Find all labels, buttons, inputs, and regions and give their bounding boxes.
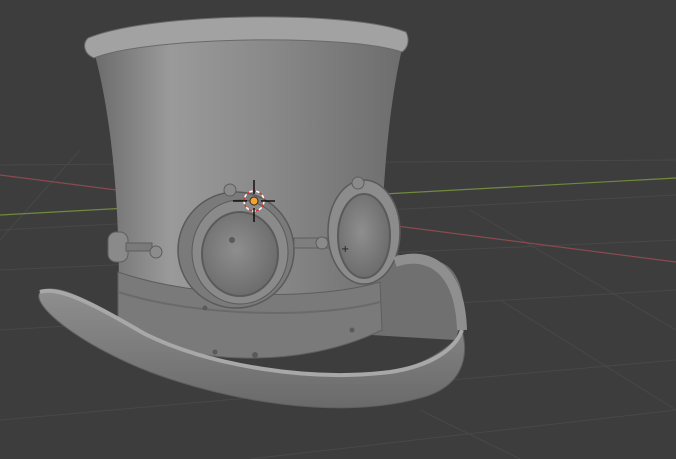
goggle-bridge-knob	[315, 236, 329, 250]
viewport-canvas[interactable]: +	[0, 0, 676, 459]
rivet	[252, 352, 258, 358]
steampunk-top-hat-model[interactable]	[38, 16, 467, 409]
object-origin	[249, 196, 259, 206]
3d-viewport[interactable]: +	[0, 0, 676, 459]
rivet	[349, 327, 355, 333]
rivet	[212, 349, 218, 355]
goggle-right-lens	[337, 193, 391, 279]
lens-mark-icon: +	[341, 244, 349, 255]
rivet	[202, 305, 208, 311]
goggle-left-lens	[201, 211, 279, 297]
